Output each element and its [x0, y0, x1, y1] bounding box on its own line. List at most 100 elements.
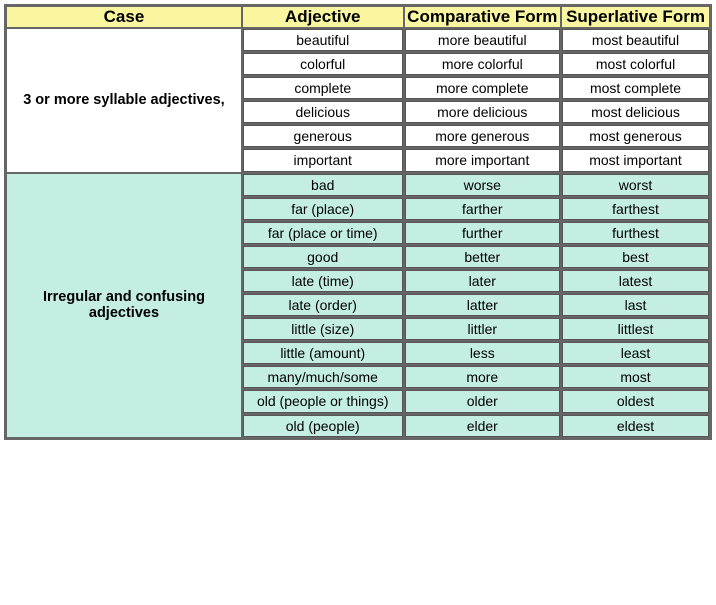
superlative-value: last [562, 294, 709, 316]
superlative-value: worst [562, 174, 709, 196]
adjective-value: far (place or time) [243, 222, 403, 244]
adjective-cell: important [242, 148, 404, 172]
adjective-value: far (place) [243, 198, 403, 220]
superlative-cell: littlest [561, 317, 710, 341]
adjective-cell: late (order) [242, 293, 404, 317]
table-row: 3 or more syllable adjectives,beautifulm… [6, 28, 711, 52]
superlative-value: most generous [562, 125, 709, 147]
comparative-cell: further [404, 221, 561, 245]
header-case: Case [6, 6, 242, 29]
comparative-cell: farther [404, 197, 561, 221]
superlative-value: farthest [562, 198, 709, 220]
superlative-value: eldest [562, 415, 709, 437]
comparative-value: more complete [405, 77, 560, 99]
comparative-value: worse [405, 174, 560, 196]
header-comparative: Comparative Form [404, 6, 561, 29]
adjective-value: complete [243, 77, 403, 99]
adjective-value: little (size) [243, 318, 403, 340]
comparative-value: later [405, 270, 560, 292]
comparative-cell: later [404, 269, 561, 293]
superlative-cell: most [561, 365, 710, 389]
comparative-cell: littler [404, 317, 561, 341]
case-label: Irregular and confusing adjectives [6, 173, 242, 439]
comparative-value: littler [405, 318, 560, 340]
superlative-value: latest [562, 270, 709, 292]
comparative-value: latter [405, 294, 560, 316]
adjective-cell: bad [242, 173, 404, 197]
comparative-cell: more complete [404, 76, 561, 100]
superlative-value: furthest [562, 222, 709, 244]
comparative-value: more colorful [405, 53, 560, 75]
comparative-cell: more important [404, 148, 561, 172]
comparative-value: more generous [405, 125, 560, 147]
adjective-cell: good [242, 245, 404, 269]
adjective-value: beautiful [243, 29, 403, 51]
superlative-value: littlest [562, 318, 709, 340]
case-label: 3 or more syllable adjectives, [6, 28, 242, 173]
comparative-cell: more [404, 365, 561, 389]
adjective-value: little (amount) [243, 342, 403, 364]
superlative-cell: least [561, 341, 710, 365]
superlative-cell: most colorful [561, 52, 710, 76]
comparative-value: more [405, 366, 560, 388]
comparative-cell: less [404, 341, 561, 365]
adjective-cell: little (size) [242, 317, 404, 341]
comparative-cell: latter [404, 293, 561, 317]
superlative-cell: oldest [561, 389, 710, 413]
adjective-cell: complete [242, 76, 404, 100]
adjective-value: generous [243, 125, 403, 147]
superlative-cell: best [561, 245, 710, 269]
comparative-value: more beautiful [405, 29, 560, 51]
adjective-value: important [243, 149, 403, 171]
superlative-cell: most delicious [561, 100, 710, 124]
adjective-cell: delicious [242, 100, 404, 124]
superlative-cell: most beautiful [561, 28, 710, 52]
comparative-value: elder [405, 415, 560, 437]
superlative-value: most [562, 366, 709, 388]
comparative-value: farther [405, 198, 560, 220]
comparative-value: older [405, 390, 560, 412]
comparative-value: less [405, 342, 560, 364]
superlative-value: oldest [562, 390, 709, 412]
adjective-value: many/much/some [243, 366, 403, 388]
superlative-cell: farthest [561, 197, 710, 221]
superlative-cell: latest [561, 269, 710, 293]
comparative-cell: more generous [404, 124, 561, 148]
adjective-cell: old (people or things) [242, 389, 404, 413]
comparative-cell: older [404, 389, 561, 413]
adjective-cell: many/much/some [242, 365, 404, 389]
comparative-cell: worse [404, 173, 561, 197]
superlative-value: least [562, 342, 709, 364]
adjective-value: old (people) [243, 415, 403, 437]
adjective-value: late (time) [243, 270, 403, 292]
comparative-value: further [405, 222, 560, 244]
header-superlative: Superlative Form [561, 6, 710, 29]
superlative-value: most complete [562, 77, 709, 99]
superlative-value: most beautiful [562, 29, 709, 51]
superlative-value: most colorful [562, 53, 709, 75]
adjective-value: delicious [243, 101, 403, 123]
adjective-value: bad [243, 174, 403, 196]
table-row: Irregular and confusing adjectivesbadwor… [6, 173, 711, 197]
superlative-cell: most important [561, 148, 710, 172]
adjective-value: good [243, 246, 403, 268]
adjective-value: late (order) [243, 294, 403, 316]
comparative-cell: more colorful [404, 52, 561, 76]
adjective-cell: beautiful [242, 28, 404, 52]
adjective-comparison-table: Case Adjective Comparative Form Superlat… [4, 4, 712, 440]
superlative-value: best [562, 246, 709, 268]
superlative-cell: last [561, 293, 710, 317]
adjective-cell: generous [242, 124, 404, 148]
superlative-cell: most complete [561, 76, 710, 100]
superlative-cell: worst [561, 173, 710, 197]
comparative-value: better [405, 246, 560, 268]
comparative-cell: more delicious [404, 100, 561, 124]
header-row: Case Adjective Comparative Form Superlat… [6, 6, 711, 29]
adjective-cell: far (place) [242, 197, 404, 221]
superlative-cell: furthest [561, 221, 710, 245]
adjective-cell: far (place or time) [242, 221, 404, 245]
comparative-value: more delicious [405, 101, 560, 123]
superlative-cell: most generous [561, 124, 710, 148]
adjective-value: old (people or things) [243, 390, 403, 412]
superlative-value: most important [562, 149, 709, 171]
